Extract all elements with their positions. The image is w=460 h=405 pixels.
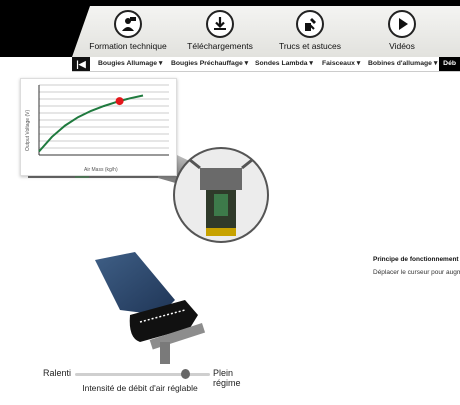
airflow-slider-control: Ralenti Plein régime Intensité de débit … bbox=[40, 366, 260, 400]
back-button[interactable]: |◀ bbox=[72, 57, 90, 71]
nav-label: Formation technique bbox=[89, 41, 167, 51]
chart-y-label: Output Voltage (V) bbox=[25, 110, 31, 151]
slider-min-label: Ralenti bbox=[43, 368, 72, 378]
subnav-faisceaux[interactable]: Faisceaux ▾ bbox=[322, 57, 360, 71]
engine-cutaway bbox=[173, 147, 269, 243]
accelerator-pedal bbox=[95, 252, 206, 364]
chart-series-line bbox=[38, 94, 144, 153]
teacher-icon bbox=[114, 10, 142, 38]
sub-navigation: |◀ Bougies Allumage ▾ Bougies Préchauffa… bbox=[72, 57, 460, 72]
info-title: Principe de fonctionnement bbox=[373, 256, 459, 263]
info-panel: Principe de fonctionnement Déplacer le c… bbox=[373, 256, 460, 276]
nav-telechargements[interactable]: Téléchargements bbox=[175, 10, 265, 51]
play-icon bbox=[388, 10, 416, 38]
tools-icon bbox=[296, 10, 324, 38]
slider-caption: Intensité de débit d'air réglable bbox=[82, 383, 198, 393]
nav-videos[interactable]: Vidéos bbox=[357, 10, 447, 51]
subnav-sondes-lambda[interactable]: Sondes Lambda ▾ bbox=[255, 57, 313, 71]
download-icon bbox=[206, 10, 234, 38]
output-voltage-chart: Air Mass (kg/h) Output Voltage (V) bbox=[20, 78, 177, 176]
nav-label: Vidéos bbox=[389, 41, 415, 51]
nav-trucs-astuces[interactable]: Trucs et astuces bbox=[265, 10, 355, 51]
subnav-bougies-prechauffage[interactable]: Bougies Préchauffage ▾ bbox=[171, 57, 248, 71]
subnav-bobines-allumage[interactable]: Bobines d'allumage ▾ bbox=[368, 57, 437, 71]
subnav-bougies-allumage[interactable]: Bougies Allumage ▾ bbox=[98, 57, 162, 71]
nav-label: Trucs et astuces bbox=[278, 41, 342, 51]
subnav-active-tab[interactable]: Déb bbox=[439, 57, 460, 71]
slider-thumb[interactable] bbox=[181, 369, 191, 379]
chart-x-label: Air Mass (kg/h) bbox=[84, 167, 118, 173]
nav-label: Téléchargements bbox=[187, 41, 253, 51]
chart-marker-point bbox=[115, 97, 124, 106]
nav-formation-technique[interactable]: Formation technique bbox=[83, 10, 173, 51]
info-description: Déplacer le curseur pour augm bbox=[373, 269, 460, 276]
slider-track[interactable] bbox=[75, 369, 210, 379]
